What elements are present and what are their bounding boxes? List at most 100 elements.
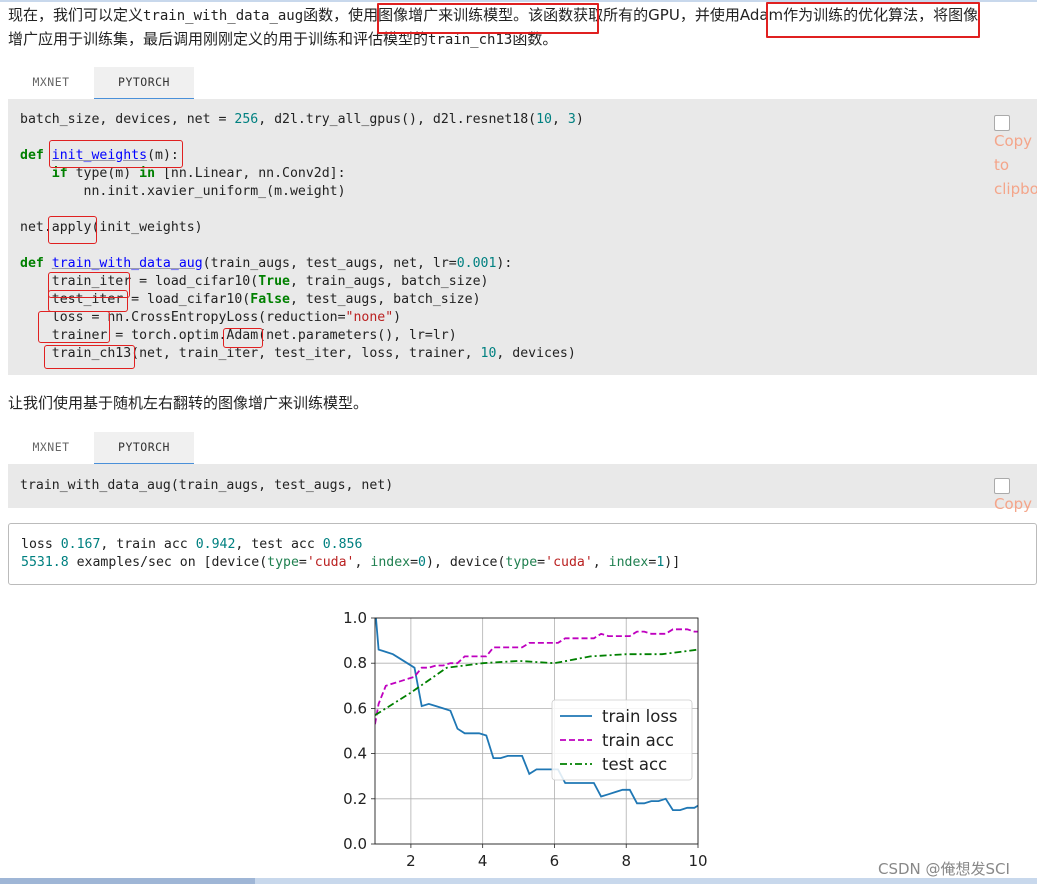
intro-paragraph: 现在，我们可以定义train_with_data_aug函数，使用图像增广来训练… bbox=[8, 4, 978, 52]
code-text: ) bbox=[393, 310, 402, 325]
code-content: batch_size, devices, net = 256, d2l.try_… bbox=[20, 111, 584, 363]
output-text: , bbox=[354, 555, 371, 570]
code-text: test_iter = load_cifar10( bbox=[20, 292, 251, 307]
code-text: nn.init.xavier_uniform_(m.weight) bbox=[20, 184, 346, 199]
code-text: batch_size, devices, net = bbox=[20, 112, 235, 127]
code-text: , devices) bbox=[496, 346, 576, 361]
output-text: ), device( bbox=[426, 555, 506, 570]
legend-label: train loss bbox=[602, 707, 678, 726]
inline-code: train_with_data_aug bbox=[143, 8, 304, 24]
legend-label: train acc bbox=[602, 731, 674, 750]
x-tick-label: 4 bbox=[478, 852, 488, 870]
tab-pytorch[interactable]: PYTORCH bbox=[94, 67, 194, 100]
copy-label: Copy bbox=[994, 495, 1033, 513]
horizontal-scrollbar[interactable] bbox=[0, 878, 1037, 884]
output-number: 0 bbox=[418, 555, 426, 570]
output-number: 5531.8 bbox=[21, 555, 69, 570]
code-text: train_ch13(net, train_iter, test_iter, l… bbox=[20, 346, 481, 361]
y-tick-label: 1.0 bbox=[343, 610, 367, 627]
code-text: , bbox=[551, 112, 568, 127]
framework-tabs: MXNET PYTORCH bbox=[8, 67, 308, 100]
code-block-2: train_with_data_aug(train_augs, test_aug… bbox=[8, 464, 1037, 513]
code-keyword: in bbox=[139, 166, 156, 181]
x-tick-label: 10 bbox=[688, 852, 707, 870]
text-segment: 函数，使用图像增广来训练模型。该函数获取所有的GPU，并使用Adam作为训练的优… bbox=[303, 6, 979, 24]
output-number: 0.942 bbox=[195, 537, 236, 552]
output-text: , train acc bbox=[100, 537, 196, 552]
x-tick-label: 2 bbox=[406, 852, 416, 870]
code-text: , train_augs, batch_size) bbox=[289, 274, 489, 289]
code-text: trainer = torch.optim.Adam(net.parameter… bbox=[20, 328, 457, 343]
code-text: type(m) bbox=[67, 166, 140, 181]
y-tick-label: 0.6 bbox=[343, 699, 367, 717]
output-text: = bbox=[298, 555, 307, 570]
csdn-watermark: CSDN @俺想发SCI bbox=[878, 860, 1010, 878]
training-chart: 2 4 6 8 10 0.0 0.2 0.4 0.6 0.8 1.0 train loss train … bbox=[343, 610, 707, 870]
framework-tabs-2: MXNET PYTORCH bbox=[8, 432, 308, 465]
code-number: 0.001 bbox=[456, 256, 497, 271]
output-string: 'cuda' bbox=[306, 555, 355, 570]
code-function-name: init_weights bbox=[51, 148, 148, 163]
copy-label: clipbo bbox=[994, 180, 1037, 198]
inline-code: train_ch13 bbox=[428, 32, 513, 48]
copy-label: to bbox=[994, 156, 1010, 174]
paragraph-2: 让我们使用基于随机左右翻转的图像增广来训练模型。 bbox=[8, 394, 369, 412]
code-number: 3 bbox=[567, 112, 576, 127]
code-string: "none" bbox=[345, 310, 394, 325]
code-block: batch_size, devices, net = 256, d2l.try_… bbox=[8, 99, 1037, 375]
y-tick-label: 0.2 bbox=[343, 790, 367, 808]
top-scroll-indicator bbox=[0, 0, 1037, 2]
output-block: loss 0.167, train acc 0.942, test acc 0.… bbox=[8, 523, 1037, 585]
tab-mxnet[interactable]: MXNET bbox=[8, 67, 94, 98]
broken-image-icon bbox=[994, 115, 1010, 131]
y-tick-label: 0.4 bbox=[343, 745, 367, 763]
code-text: (train_augs, test_augs, net, lr= bbox=[202, 256, 457, 271]
x-tick-label: 8 bbox=[621, 852, 631, 870]
output-number: 0.167 bbox=[60, 537, 101, 552]
code-text: [nn.Linear, nn.Conv2d]: bbox=[155, 166, 346, 181]
output-keyword: type bbox=[505, 555, 538, 570]
code-text: net.apply(init_weights) bbox=[20, 220, 203, 235]
code-function-name: train_with_data_aug bbox=[51, 256, 203, 271]
output-text: , bbox=[592, 555, 609, 570]
output-text: = bbox=[537, 555, 546, 570]
output-keyword: index bbox=[608, 555, 649, 570]
output-text: loss bbox=[21, 537, 61, 552]
code-keyword: False bbox=[250, 292, 290, 307]
code-keyword: def bbox=[20, 148, 44, 163]
y-tick-label: 0.8 bbox=[343, 654, 367, 672]
code-text: train_iter = load_cifar10( bbox=[20, 274, 259, 289]
output-keyword: index bbox=[370, 555, 411, 570]
code-number: 10 bbox=[480, 346, 497, 361]
copy-to-clipboard-button-2[interactable]: Copy bbox=[994, 478, 1033, 516]
y-tick-label: 0.0 bbox=[343, 835, 367, 853]
legend-label: test acc bbox=[602, 755, 667, 774]
tab-mxnet[interactable]: MXNET bbox=[8, 432, 94, 463]
tab-pytorch[interactable]: PYTORCH bbox=[94, 432, 194, 465]
code-keyword: if bbox=[51, 166, 68, 181]
text-segment: 现在，我们可以定义 bbox=[8, 6, 144, 24]
scrollbar-thumb[interactable] bbox=[0, 878, 255, 884]
output-text: = bbox=[410, 555, 419, 570]
output-text: )] bbox=[664, 555, 681, 570]
code-number: 10 bbox=[536, 112, 552, 127]
code-text: , d2l.try_all_gpus(), d2l.resnet18( bbox=[258, 112, 537, 127]
output-number: 0.856 bbox=[322, 537, 363, 552]
output-content: loss 0.167, train acc 0.942, test acc 0.… bbox=[21, 536, 680, 572]
copy-to-clipboard-button[interactable]: Copy to clipbo bbox=[994, 115, 1037, 201]
code-text: ): bbox=[496, 256, 513, 271]
output-text: , test acc bbox=[235, 537, 323, 552]
copy-label: Copy bbox=[994, 132, 1033, 150]
code-text: ) bbox=[575, 112, 584, 127]
code-keyword: def bbox=[20, 256, 44, 271]
code-text: , test_augs, batch_size) bbox=[289, 292, 481, 307]
intro-line-2: 增广应用于训练集，最后调用刚刚定义的用于训练和评估模型的train_ch13函数… bbox=[8, 28, 978, 52]
code-keyword: True bbox=[258, 274, 290, 289]
output-text: examples/sec on [device( bbox=[68, 555, 268, 570]
x-tick-label: 6 bbox=[550, 852, 560, 870]
text-segment: 函数。 bbox=[512, 30, 558, 48]
code-text: loss = nn.CrossEntropyLoss(reduction= bbox=[20, 310, 346, 325]
code-text: (m): bbox=[147, 148, 179, 163]
intro-line-1: 现在，我们可以定义train_with_data_aug函数，使用图像增广来训练… bbox=[8, 4, 978, 28]
broken-image-icon bbox=[994, 478, 1010, 494]
